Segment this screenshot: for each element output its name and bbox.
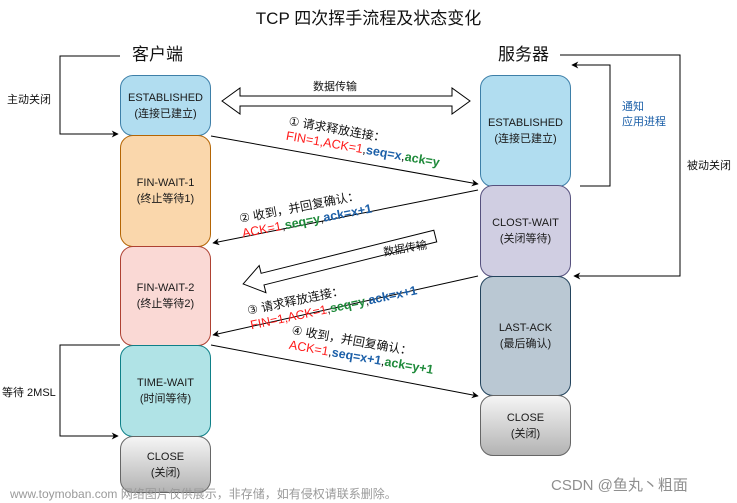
client-heading: 客户端: [132, 45, 183, 64]
state-desc: (关闭): [510, 427, 541, 440]
notify-app-label: 通知 应用进程: [622, 100, 666, 130]
state-desc: (关闭): [150, 466, 181, 479]
client-state-fin-wait-2: FIN-WAIT-2 (终止等待2): [120, 246, 211, 346]
state-name: CLOSE: [506, 411, 545, 424]
state-desc: (最后确认): [499, 338, 552, 350]
wait-2msl-label: 等待 2MSL: [2, 387, 56, 399]
server-state-close-wait: CLOST-WAIT (关闭等待): [480, 185, 571, 277]
client-state-time-wait: TIME-WAIT (时间等待): [120, 345, 211, 437]
client-state-established: ESTABLISHED (连接已建立): [120, 75, 211, 136]
state-name: LAST-ACK: [498, 322, 553, 334]
state-desc: (时间等待): [139, 393, 192, 405]
state-desc: (连接已建立): [494, 133, 557, 145]
passive-close-label: 被动关闭: [687, 160, 731, 172]
state-name: ESTABLISHED: [488, 117, 563, 129]
passive-close-connector: [560, 54, 681, 280]
state-desc: (关闭等待): [499, 233, 552, 245]
diagram-canvas: [59, 54, 681, 440]
wait-2msl-connector: [59, 344, 120, 440]
active-close-connector: [59, 55, 120, 138]
state-desc: (连接已建立): [134, 107, 197, 120]
state-name: CLOST-WAIT: [492, 217, 559, 229]
data-transfer-label-top: 数据传输: [313, 81, 357, 93]
state-name: CLOSE: [146, 450, 185, 463]
notify-label-line2: 应用进程: [622, 116, 666, 128]
server-state-established: ESTABLISHED (连接已建立): [480, 75, 571, 187]
state-desc: (终止等待2): [136, 298, 195, 310]
state-name: TIME-WAIT: [136, 377, 195, 389]
notify-label-line1: 通知: [622, 101, 644, 113]
watermark-text: www.toymoban.com 网络图片仅供展示，非存储，如有侵权请联系删除。: [10, 487, 397, 501]
server-heading: 服务器: [498, 45, 549, 64]
diagram-title: TCP 四次挥手流程及状态变化: [255, 9, 482, 28]
server-state-last-ack: LAST-ACK (最后确认): [480, 276, 571, 396]
client-state-fin-wait-1: FIN-WAIT-1 (终止等待1): [120, 135, 211, 247]
active-close-label: 主动关闭: [7, 94, 51, 106]
notify-app-connector: [571, 61, 611, 187]
credit-text: CSDN @鱼丸丶粗面: [551, 477, 688, 494]
state-name: ESTABLISHED: [128, 91, 203, 104]
state-name: FIN-WAIT-2: [136, 282, 195, 294]
state-desc: (终止等待1): [136, 193, 195, 205]
server-state-close: CLOSE (关闭): [480, 395, 571, 456]
state-name: FIN-WAIT-1: [136, 177, 195, 189]
